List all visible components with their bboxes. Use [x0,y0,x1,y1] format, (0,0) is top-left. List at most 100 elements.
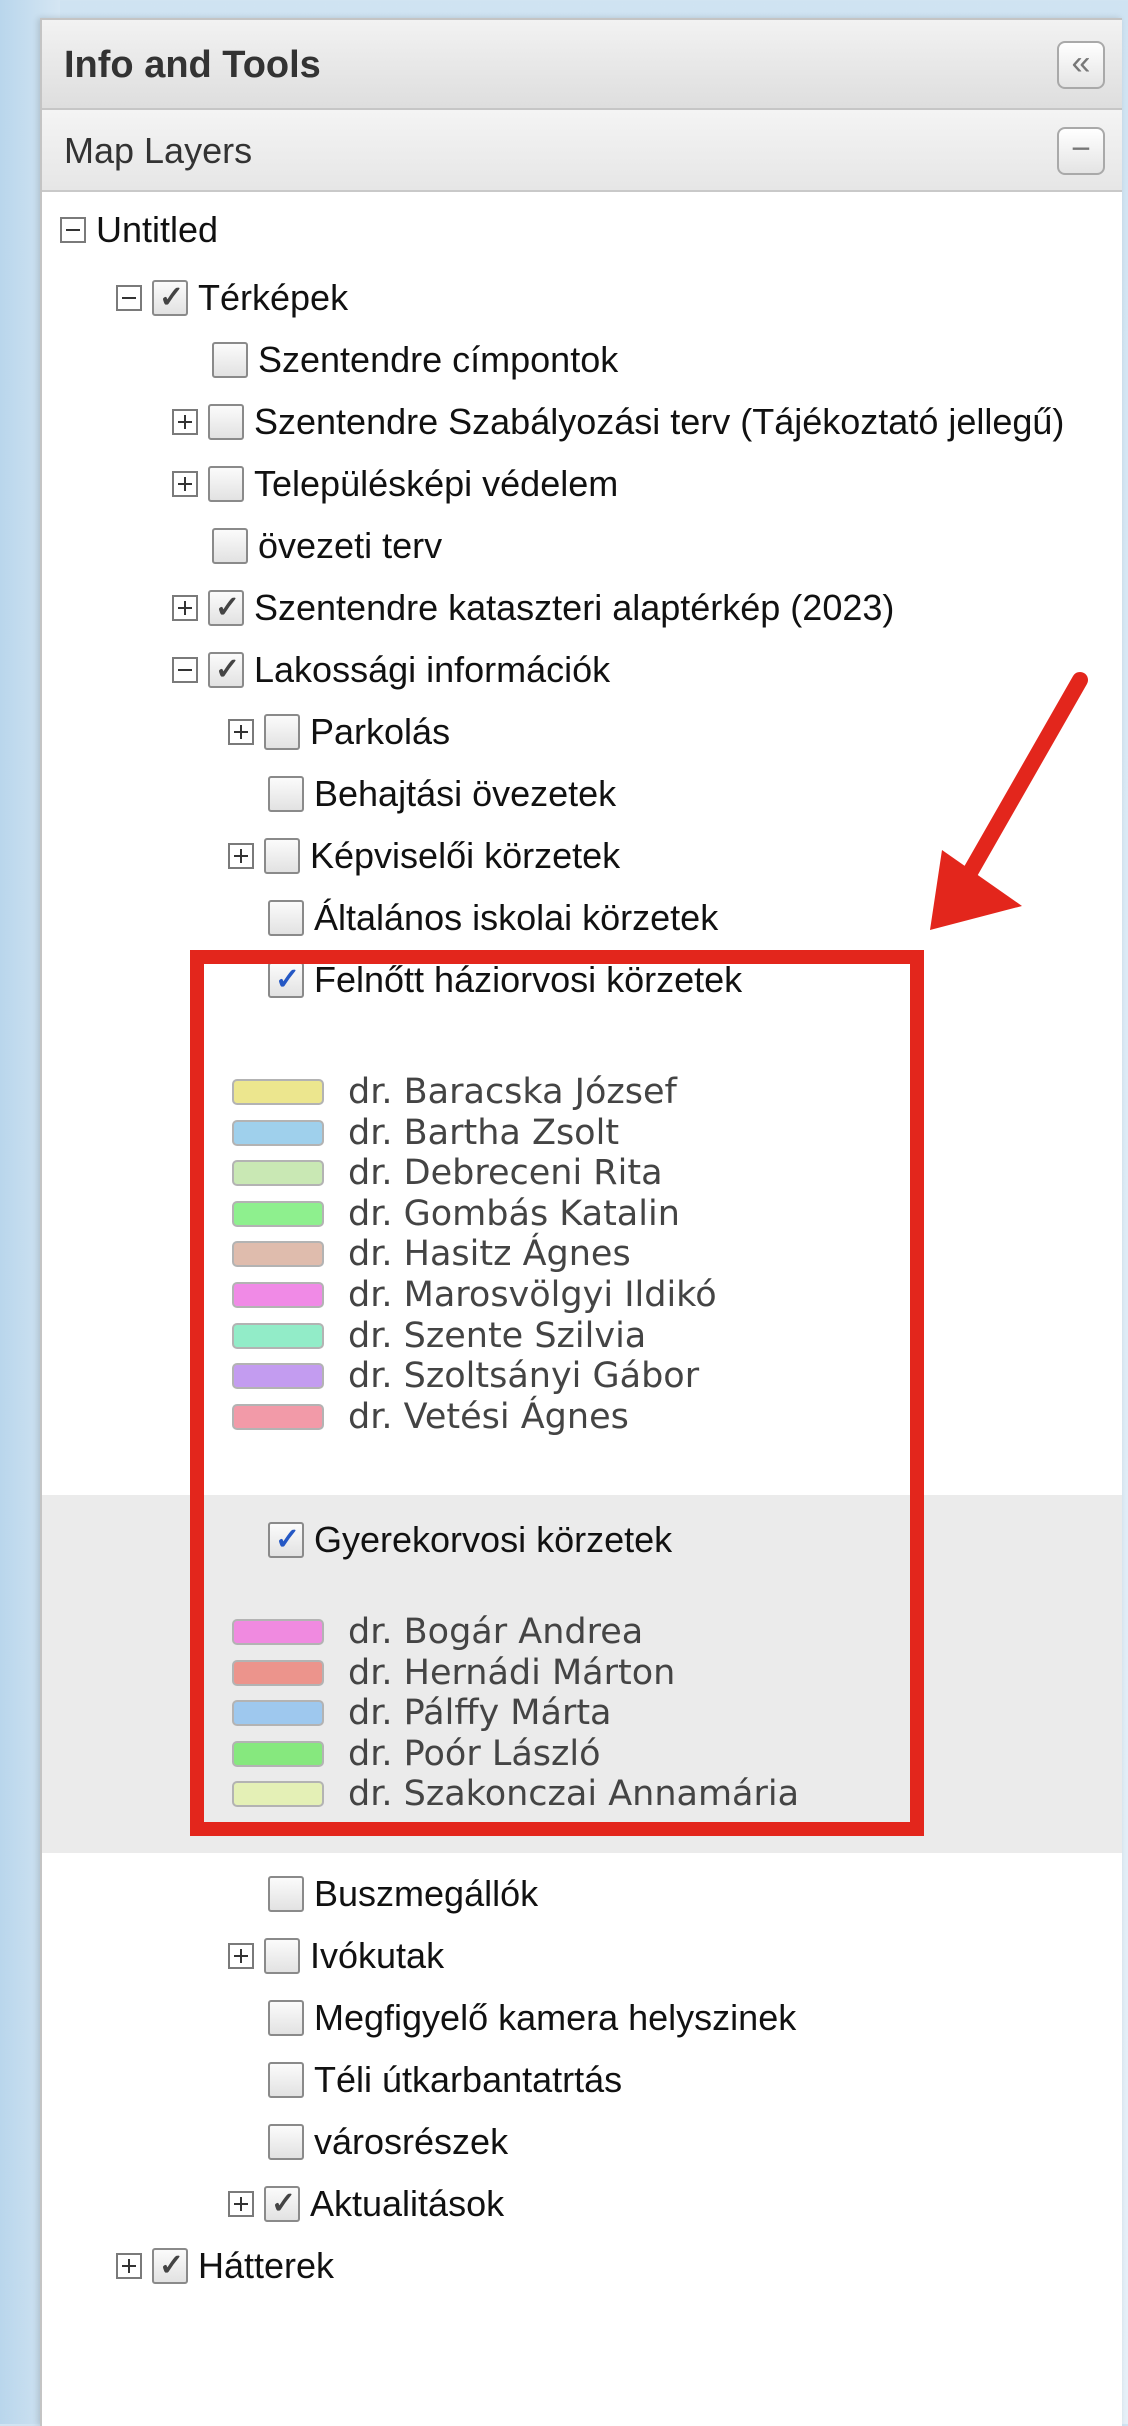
legend-swatch [232,1119,324,1146]
legend-swatch [232,1322,324,1349]
node-label: Térképek [198,277,349,318]
node-label: Parkolás [310,711,451,752]
panel-title: Info and Tools [64,44,321,86]
layer-checkbox[interactable] [212,342,248,378]
layer-checkbox[interactable] [268,1876,304,1912]
legend-label: dr. Szente Szilvia [348,1315,647,1356]
layer-checkbox[interactable] [268,776,304,812]
layer-checkbox[interactable] [264,714,300,750]
legend-item: dr. Pálffy Márta [232,1693,612,1734]
layer-checkbox[interactable] [264,1938,300,1974]
tree-node-telepuleskepi[interactable]: Településképi védelem [172,454,618,514]
layer-checkbox[interactable] [268,2124,304,2160]
panel-header: Info and Tools « [42,20,1122,110]
layer-checkbox[interactable] [264,2186,300,2222]
layer-checkbox[interactable] [208,466,244,502]
layer-checkbox[interactable] [208,652,244,688]
tree-node-felnott[interactable]: Felnőtt háziorvosi körzetek [268,950,742,1010]
collapse-icon[interactable] [60,217,86,243]
layer-checkbox[interactable] [268,900,304,936]
layer-checkbox[interactable] [152,2248,188,2284]
tree-node-kataszteri[interactable]: Szentendre kataszteri alaptérkép (2023) [172,578,894,638]
expand-icon[interactable] [228,719,254,745]
node-label: Szentendre Szabályozási terv (Tájékoztat… [254,401,1065,442]
layer-checkbox[interactable] [212,528,248,564]
map-layers-header[interactable]: Map Layers − [42,110,1122,192]
expand-icon[interactable] [228,843,254,869]
legend-label: dr. Baracska József [348,1072,677,1112]
expand-icon[interactable] [228,1943,254,1969]
legend-label: dr. Szakonczai Annamária [348,1774,800,1815]
node-label: Településképi védelem [254,463,619,504]
node-label: Aktualitások [310,2183,505,2224]
layer-checkbox[interactable] [268,962,304,998]
legend-item: dr. Vetési Ágnes [232,1397,629,1437]
node-label: Képviselői körzetek [310,835,621,876]
node-label: Lakossági információk [254,649,611,690]
layer-checkbox[interactable] [208,404,244,440]
legend-label: dr. Poór László [348,1733,601,1774]
node-label: Ivókutak [310,1935,445,1976]
node-label: Szentendre címpontok [258,339,619,380]
legend-swatch [232,1160,324,1187]
minimize-icon[interactable]: − [1057,127,1105,175]
layer-checkbox[interactable] [268,2062,304,2098]
node-label: Általános iskolai körzetek [314,897,719,938]
tree-node-ivokutak[interactable]: Ivókutak [228,1926,444,1986]
expand-icon[interactable] [172,409,198,435]
legend-swatch [232,1241,324,1268]
expand-icon[interactable] [172,471,198,497]
legend-label: dr. Hasitz Ágnes [348,1234,631,1275]
tree-node-szabalyozasi[interactable]: Szentendre Szabályozási terv (Tájékoztat… [172,392,1064,452]
node-label: Untitled [96,209,219,250]
expand-icon[interactable] [116,2253,142,2279]
tree-node-kamera[interactable]: Megfigyelő kamera helyszinek [268,1988,796,2048]
legend-item: dr. Hernádi Márton [232,1652,676,1693]
layer-checkbox[interactable] [208,590,244,626]
collapse-panel-icon[interactable]: « [1057,41,1105,89]
tree-node-ovezeti[interactable]: övezeti terv [212,516,442,576]
legend-label: dr. Bogár Andrea [348,1612,644,1652]
tree-node-buszmegallok[interactable]: Buszmegállók [268,1864,538,1924]
tree-node-untitled[interactable]: Untitled [60,200,218,260]
legend-item: dr. Szente Szilvia [232,1315,647,1356]
node-label: Behajtási övezetek [314,773,617,814]
legend-item: dr. Szoltsányi Gábor [232,1356,699,1396]
legend-label: dr. Hernádi Márton [348,1652,676,1693]
tree-node-gyerek[interactable]: Gyerekorvosi körzetek [268,1510,672,1570]
legend-item: dr. Bogár Andrea [232,1612,644,1652]
node-label: Gyerekorvosi körzetek [314,1519,673,1560]
expand-icon[interactable] [172,595,198,621]
legend-swatch [232,1740,324,1767]
node-label: Felnőtt háziorvosi körzetek [314,959,743,1000]
expand-icon[interactable] [228,2191,254,2217]
node-label: Téli útkarbantatrtás [314,2059,623,2100]
legend-label: dr. Marosvölgyi Ildikó [348,1275,717,1315]
legend-swatch [232,1403,324,1430]
tree-node-parkolas[interactable]: Parkolás [228,702,450,762]
collapse-icon[interactable] [116,285,142,311]
tree-node-lakossagi[interactable]: Lakossági információk [172,640,610,700]
tree-node-altalanos[interactable]: Általános iskolai körzetek [268,888,718,948]
tree-node-cimpontok[interactable]: Szentendre címpontok [212,330,618,390]
tree-node-behajtasi[interactable]: Behajtási övezetek [268,764,616,824]
layer-checkbox[interactable] [268,1522,304,1558]
legend-swatch [232,1079,324,1105]
layer-checkbox[interactable] [264,838,300,874]
legend-label: dr. Pálffy Márta [348,1693,612,1734]
tree-node-aktualitasok[interactable]: Aktualitások [228,2174,504,2234]
tree-node-varosreszek[interactable]: városrészek [268,2112,508,2172]
tree-node-kepviseloi[interactable]: Képviselői körzetek [228,826,620,886]
legend-swatch [232,1363,324,1390]
layer-checkbox[interactable] [268,2000,304,2036]
node-label: Megfigyelő kamera helyszinek [314,1997,797,2038]
node-label: Szentendre kataszteri alaptérkép (2023) [254,587,895,628]
tree-node-teli[interactable]: Téli útkarbantatrtás [268,2050,622,2110]
tree-node-terkepek[interactable]: Térképek [116,268,348,328]
legend-swatch [232,1659,324,1686]
legend-label: dr. Debreceni Rita [348,1153,663,1194]
tree-node-hatterek[interactable]: Hátterek [116,2236,334,2296]
layer-checkbox[interactable] [152,280,188,316]
collapse-icon[interactable] [172,657,198,683]
legend-item: dr. Debreceni Rita [232,1153,663,1194]
